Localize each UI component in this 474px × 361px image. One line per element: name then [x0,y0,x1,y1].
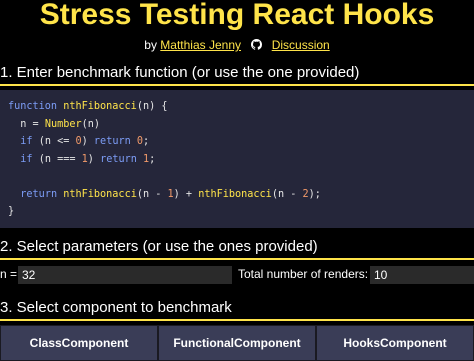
by-label: by [144,38,157,52]
code-line: return nthFibonacci(n - 1) + nthFibonacc… [20,188,321,200]
renders-label: Total number of renders: [238,267,369,281]
page-title: Stress Testing React Hooks [39,0,435,31]
section-1-divider [0,84,474,86]
n-input[interactable] [18,266,232,284]
benchmark-code-editor[interactable]: function nthFibonacci(n) { n = Number(n)… [0,90,474,228]
code-line: } [8,206,15,217]
hooks-component-button[interactable]: HooksComponent [316,325,474,361]
n-label: n = [0,267,18,281]
byline: by Matthias Jenny Discussion [0,38,474,52]
code-line: if (n <= 0) return 0; [20,136,150,147]
github-icon [251,39,263,50]
author-link[interactable]: Matthias Jenny [160,38,241,52]
section-2-divider [0,258,474,260]
section-3-divider [0,319,474,321]
class-component-button[interactable]: ClassComponent [0,325,158,361]
section-2-heading: 2. Select parameters (or use the ones pr… [0,238,318,255]
code-line: function nthFibonacci(n) { [8,101,168,112]
section-1-heading: 1. Enter benchmark function (or use the … [0,64,360,81]
section-3-heading: 3. Select component to benchmark [0,299,232,316]
discussion-link[interactable]: Discussion [272,38,330,52]
code-line: if (n === 1) return 1; [20,153,156,165]
code-line: n = Number(n) [8,118,101,130]
parameters-row: n = Total number of renders: [0,266,474,284]
functional-component-button[interactable]: FunctionalComponent [158,325,316,361]
renders-input[interactable] [370,266,474,284]
